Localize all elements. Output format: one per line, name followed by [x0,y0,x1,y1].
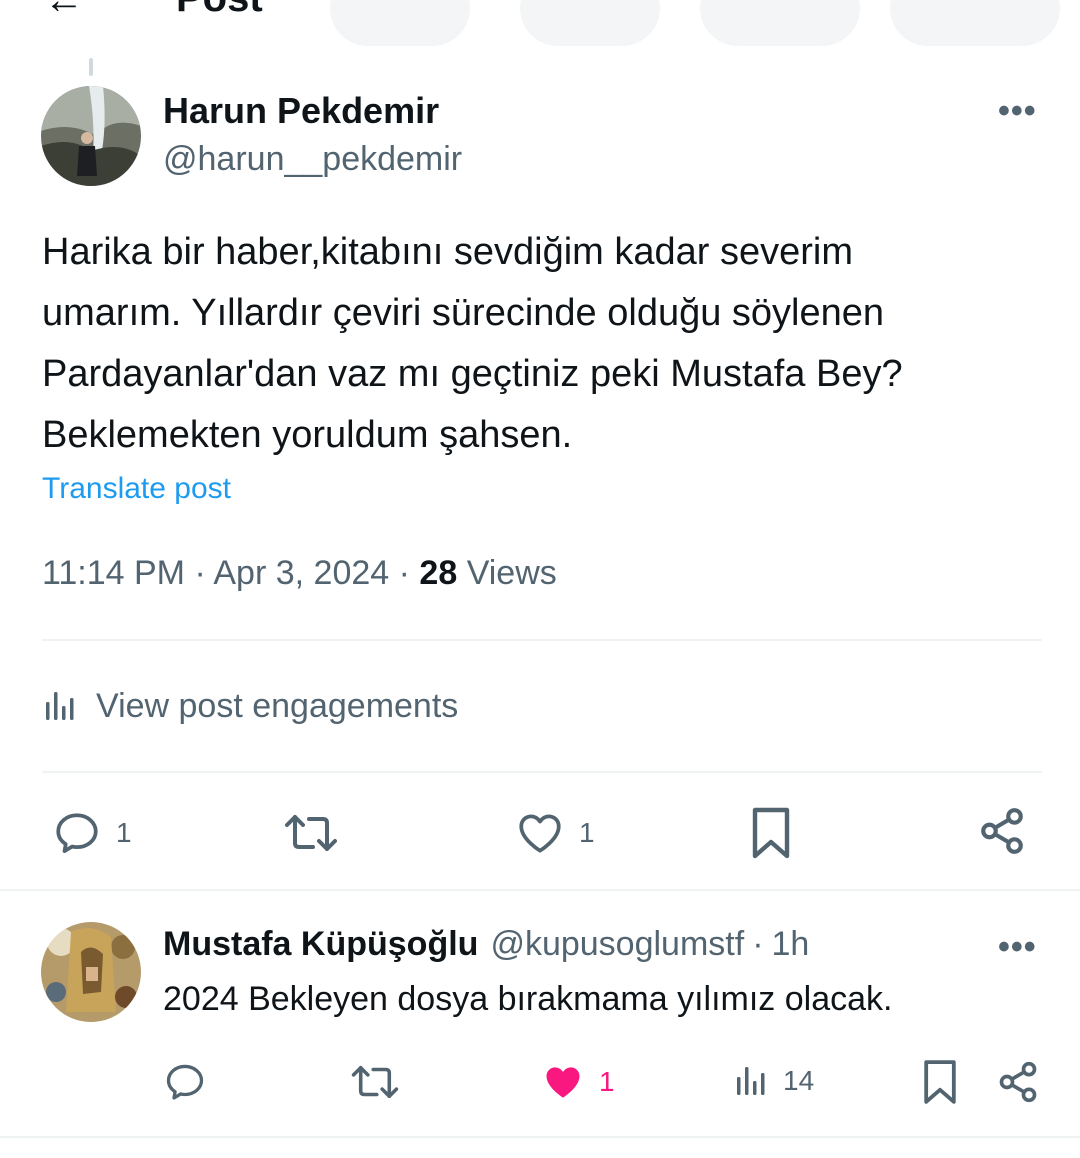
reply-count: 1 [116,817,132,848]
arrow-left-icon[interactable]: ← [44,0,84,23]
meta-separator: · [398,554,420,592]
post-date[interactable]: Apr 3, 2024 [213,554,389,592]
reply-author-name[interactable]: Mustafa Küpüşoğlu [163,925,478,964]
reply-header: Mustafa Küpüşoğlu @kupusoglumstf · 1h [163,925,809,964]
like-button[interactable]: 1 [515,808,595,858]
author-handle[interactable]: @harun__pekdemir [163,140,462,179]
repost-icon [351,1065,399,1099]
repost-button[interactable] [283,808,339,858]
reply-views-count: 14 [783,1065,815,1096]
reply-time[interactable]: 1h [772,925,810,964]
reply-like-count: 1 [599,1066,615,1097]
reply-icon [166,1064,204,1100]
reply-icon [56,813,98,853]
post-text: Harika bir haber,kitabını sevdiğim kadar… [42,222,1042,466]
post-meta: 11:14 PM · Apr 3, 2024 · 28 Views [42,554,557,593]
bookmark-button[interactable] [749,806,793,860]
reply-reply-button[interactable] [163,1060,207,1104]
reply-views-button[interactable]: 14 [733,1062,814,1100]
reply-share-button[interactable] [996,1060,1040,1104]
post-text-line: umarım. Yıllardır çeviri sürecinde olduğ… [42,292,885,334]
meta-separator: · [752,925,764,963]
views-count: 28 [419,554,458,592]
translate-post-link[interactable]: Translate post [42,472,231,506]
post-text-line: Pardayanlar'dan vaz mı geçtiniz peki Mus… [42,353,903,395]
analytics-icon [46,692,74,720]
divider [42,639,1042,641]
share-icon [981,808,1023,854]
post-text-line: Harika bir haber,kitabını sevdiğim kadar… [42,231,854,273]
meta-separator: · [194,554,214,592]
like-count: 1 [579,817,595,848]
view-engagements-button[interactable]: View post engagements [42,682,458,730]
reply-text: 2024 Bekleyen dosya bırakmama yılımız ol… [163,980,893,1018]
reply-button[interactable]: 1 [52,808,132,858]
thread-connector [89,58,93,76]
more-options-icon[interactable]: ••• [998,92,1037,131]
reply-more-options-icon[interactable]: ••• [998,928,1037,967]
analytics-icon [737,1067,765,1095]
view-engagements-label: View post engagements [96,686,459,725]
header-blur-shape [890,0,1060,46]
section-separator [0,1136,1080,1138]
views-label: Views [466,554,557,592]
section-separator [0,889,1080,891]
share-icon [999,1061,1037,1103]
header-blur-shape [330,0,470,46]
reply-like-button[interactable]: 1 [541,1060,615,1104]
author-name[interactable]: Harun Pekdemir [163,90,439,132]
heart-filled-icon [546,1067,580,1098]
avatar[interactable] [41,86,141,186]
reply-avatar[interactable] [41,922,141,1022]
heart-outline-icon [519,814,561,853]
post-text-line: Beklemekten yoruldum şahsen. [42,414,573,456]
repost-icon [285,815,337,851]
page-title: Post [176,0,263,21]
post-time[interactable]: 11:14 PM [42,554,185,592]
bookmark-icon [924,1060,956,1104]
top-bar: ← Post [0,0,1080,48]
reply-repost-button[interactable] [350,1060,400,1104]
reply-bookmark-button[interactable] [921,1058,959,1106]
share-button[interactable] [977,806,1027,856]
divider [42,771,1042,773]
header-blur-shape [520,0,660,46]
bookmark-icon [752,807,790,859]
reply-author-handle[interactable]: @kupusoglumstf [490,925,744,964]
header-blur-shape [700,0,860,46]
